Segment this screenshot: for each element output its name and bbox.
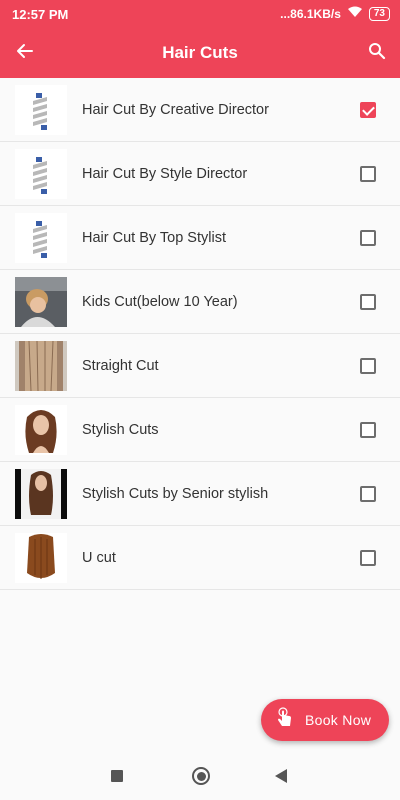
service-row[interactable]: U cut: [0, 526, 400, 590]
search-button[interactable]: [364, 40, 390, 66]
top-bar: 12:57 PM ...86.1KB/s 73 Hair Cuts: [0, 0, 400, 78]
battery-indicator: 73: [368, 6, 390, 21]
salon-logo-thumbnail: [15, 85, 67, 135]
haircut-photo-thumbnail: [15, 341, 67, 391]
service-checkbox[interactable]: [360, 230, 376, 246]
service-row[interactable]: Kids Cut(below 10 Year): [0, 270, 400, 334]
network-speed: ...86.1KB/s: [280, 6, 341, 21]
book-now-label: Book Now: [305, 712, 372, 728]
service-label: Stylish Cuts by Senior stylish: [82, 486, 269, 502]
status-bar: 12:57 PM ...86.1KB/s 73: [0, 0, 400, 28]
service-checkbox[interactable]: [360, 358, 376, 374]
salon-logo-thumbnail: [15, 213, 67, 263]
status-right: ...86.1KB/s 73: [280, 6, 390, 21]
service-label: Hair Cut By Top Stylist: [82, 230, 226, 246]
status-time: 12:57 PM: [12, 7, 69, 22]
search-icon: [368, 42, 386, 65]
haircut-photo-thumbnail: [15, 469, 67, 519]
service-checkbox[interactable]: [360, 294, 376, 310]
service-checkbox[interactable]: [360, 550, 376, 566]
system-back-button[interactable]: [275, 769, 287, 783]
service-label: Kids Cut(below 10 Year): [82, 294, 238, 310]
service-row[interactable]: Hair Cut By Creative Director: [0, 78, 400, 142]
tap-hand-icon: [275, 706, 295, 734]
service-label: Hair Cut By Style Director: [82, 166, 248, 182]
haircut-photo-thumbnail: [15, 277, 67, 327]
service-label: U cut: [82, 550, 116, 566]
service-row[interactable]: Straight Cut: [0, 334, 400, 398]
recent-apps-button[interactable]: [111, 770, 123, 782]
service-row[interactable]: Hair Cut By Top Stylist: [0, 206, 400, 270]
service-row[interactable]: Hair Cut By Style Director: [0, 142, 400, 206]
service-row[interactable]: Stylish Cuts: [0, 398, 400, 462]
service-label: Hair Cut By Creative Director: [82, 102, 269, 118]
home-button[interactable]: [192, 767, 210, 785]
service-row[interactable]: Stylish Cuts by Senior stylish: [0, 462, 400, 526]
salon-logo-thumbnail: [15, 149, 67, 199]
wifi-icon: [347, 6, 363, 21]
service-checkbox[interactable]: [360, 166, 376, 182]
service-checkbox[interactable]: [360, 422, 376, 438]
service-label: Straight Cut: [82, 358, 159, 374]
app-bar: Hair Cuts: [0, 28, 400, 78]
service-checkbox[interactable]: [360, 486, 376, 502]
book-now-button[interactable]: Book Now: [261, 699, 389, 741]
page-title: Hair Cuts: [162, 43, 238, 62]
haircut-photo-thumbnail: [15, 533, 67, 583]
service-label: Stylish Cuts: [82, 422, 159, 438]
system-nav-bar: [0, 752, 400, 800]
home-dot: [196, 771, 206, 781]
service-list: Hair Cut By Creative Director Hair Cut By…: [0, 78, 400, 590]
haircut-photo-thumbnail: [15, 405, 67, 455]
service-checkbox[interactable]: [360, 102, 376, 118]
